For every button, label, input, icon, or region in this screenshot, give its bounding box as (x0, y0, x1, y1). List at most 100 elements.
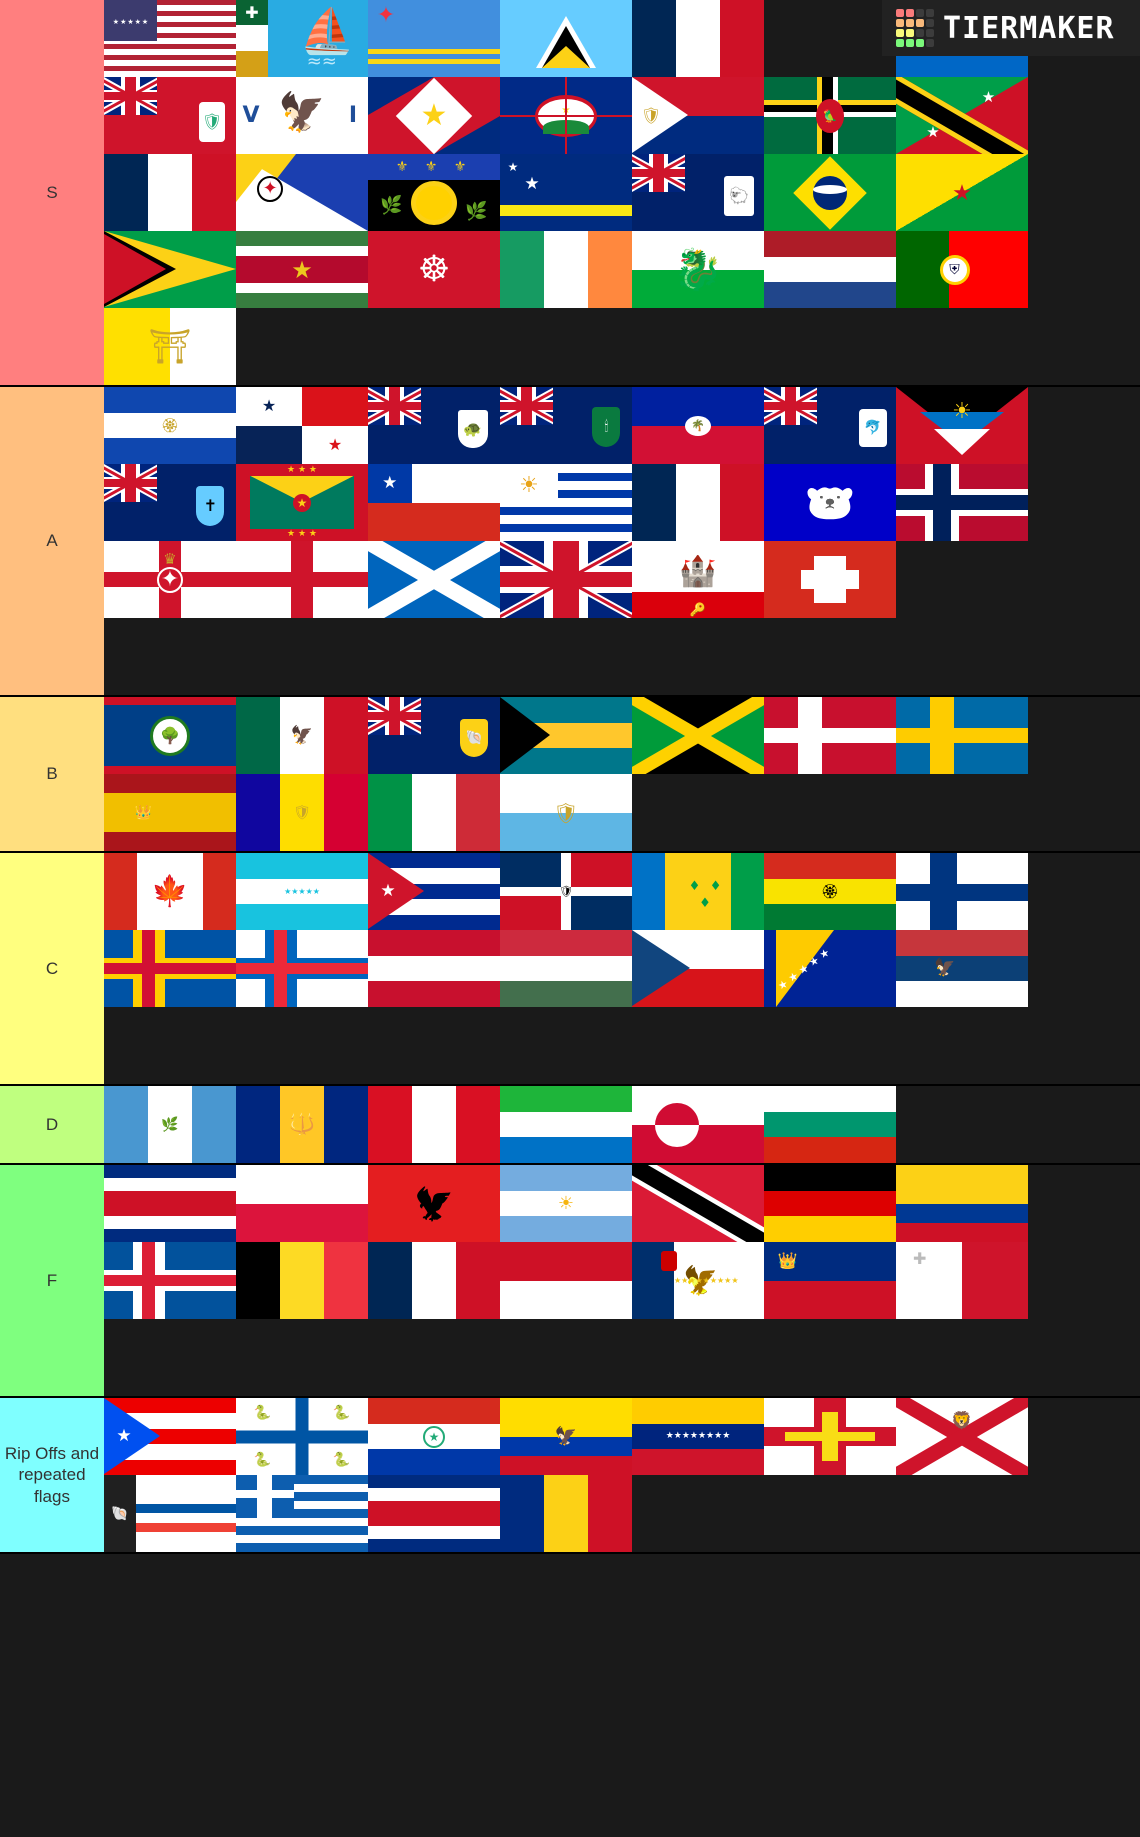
flag-united-kingdom[interactable] (500, 541, 632, 618)
flag-liechtenstein[interactable]: 👑 (764, 1242, 896, 1319)
flag-portugal[interactable]: ⛨ (896, 231, 1028, 308)
flag-faroe-islands[interactable] (236, 930, 368, 1007)
flag-sierra-leone[interactable] (500, 1086, 632, 1163)
flag-mexico[interactable]: 🦅 (236, 697, 368, 774)
flag-british-virgin-islands[interactable]: 🕯 (500, 387, 632, 464)
flag-greenland-bear[interactable]: 🐻‍❄ (764, 464, 896, 541)
flag-antigua-and-barbuda[interactable]: ☀ (896, 387, 1028, 464)
flag-wales[interactable]: 🐉 (632, 231, 764, 308)
flag-azores[interactable]: 🦅 ★★★★★★★★★ (632, 1242, 764, 1319)
flag-us-virgin-islands[interactable]: 🦅 V I (236, 77, 368, 154)
flag-anguilla[interactable]: 🐬 (764, 387, 896, 464)
flag-saint-pierre-and-miquelon[interactable]: ✚ ⛵ ≈≈ (236, 0, 368, 77)
flag-french-guiana[interactable]: ★ (896, 154, 1028, 231)
flag-falkland-islands[interactable]: 🐑 (632, 154, 764, 231)
flag-czechia[interactable] (632, 930, 764, 1007)
flag-serbia[interactable]: 🦅 (896, 930, 1028, 1007)
flag-iceland[interactable] (104, 1242, 236, 1319)
flag-spain[interactable]: 👑 (104, 774, 236, 851)
flag-uruguay[interactable]: ☀ (500, 464, 632, 541)
flag-argentina[interactable]: ☀ (500, 1165, 632, 1242)
flag-poland[interactable] (236, 1165, 368, 1242)
flag-france[interactable] (632, 0, 764, 77)
flag-saint-kitts-and-nevis[interactable]: ★ ★ (896, 77, 1028, 154)
tier-label-c[interactable]: C (0, 853, 104, 1084)
flag-greece[interactable] (236, 1475, 368, 1552)
flag-sint-maarten[interactable]: 🛡 (632, 77, 764, 154)
flag-french-vertical[interactable] (368, 1242, 500, 1319)
flag-jersey[interactable]: 🦁 (896, 1398, 1028, 1475)
tier-label-b[interactable]: B (0, 697, 104, 851)
flag-andorra[interactable]: 🛡 (236, 774, 368, 851)
flag-sweden[interactable] (896, 697, 1028, 774)
tier-label-d[interactable]: D (0, 1086, 104, 1163)
flag-france-3[interactable] (632, 464, 764, 541)
flag-suriname[interactable]: ★ (236, 231, 368, 308)
flag-france-2[interactable] (104, 154, 236, 231)
flag-panama[interactable]: ★ ★ (236, 387, 368, 464)
flag-italy[interactable] (368, 774, 500, 851)
flag-barbados[interactable]: 🔱 (236, 1086, 368, 1163)
flag-austria[interactable] (368, 930, 500, 1007)
flag-peru[interactable] (368, 1086, 500, 1163)
flag-guernsey[interactable] (764, 1398, 896, 1475)
flag-belize[interactable]: 🌳 (104, 697, 236, 774)
flag-bermuda[interactable]: 🛡 (104, 77, 236, 154)
flag-bosnia-and-herzegovina[interactable]: ★★★★★ (764, 930, 896, 1007)
flag-aruba[interactable]: ✦ (368, 0, 500, 77)
tier-label-f[interactable]: F (0, 1165, 104, 1396)
flag-albania[interactable]: 🦅 (368, 1165, 500, 1242)
flag-colombia[interactable] (896, 1165, 1028, 1242)
tier-label-a[interactable]: A (0, 387, 104, 695)
flag-puerto-rico[interactable]: ★ (104, 1398, 236, 1475)
flag-hungary[interactable] (500, 930, 632, 1007)
flag-venezuela[interactable]: ★★★★★★★★ (632, 1398, 764, 1475)
flag-guyana[interactable] (104, 231, 236, 308)
flag-cayman-islands[interactable]: 🐢 (368, 387, 500, 464)
flag-ireland[interactable] (500, 231, 632, 308)
tiermaker-logo[interactable]: TIERMAKER (882, 0, 1140, 56)
flag-belgium[interactable] (236, 1242, 368, 1319)
flag-england[interactable] (236, 541, 368, 618)
flag-san-marino[interactable]: 🛡 (500, 774, 632, 851)
flag-jamaica[interactable] (632, 697, 764, 774)
flag-trinidad-and-tobago[interactable] (632, 1165, 764, 1242)
flag-sint-eustatius[interactable]: ★ (500, 77, 632, 154)
flag-curacao[interactable]: ★ ★ (500, 154, 632, 231)
flag-germany[interactable] (764, 1165, 896, 1242)
flag-saba[interactable]: ★ (368, 77, 500, 154)
flag-isle-of-man[interactable]: ☸ (368, 231, 500, 308)
flag-cuba[interactable]: ★ (368, 853, 500, 930)
flag-denmark[interactable] (764, 697, 896, 774)
flag-costa-rica[interactable] (104, 1165, 236, 1242)
flag-dominican-republic[interactable]: 🛡 (500, 853, 632, 930)
flag-saint-lucia[interactable] (500, 0, 632, 77)
flag-bulgaria[interactable] (764, 1086, 896, 1163)
flag-honduras[interactable]: ★★★★★ (236, 853, 368, 930)
flag-switzerland[interactable] (764, 541, 896, 618)
flag-ecuador[interactable]: 🦅 (500, 1398, 632, 1475)
flag-el-salvador[interactable]: 🏵 (104, 387, 236, 464)
flag-turks-and-caicos[interactable]: 🐚 (368, 697, 500, 774)
flag-greenland[interactable] (632, 1086, 764, 1163)
flag-malta[interactable]: ✚ (896, 1242, 1028, 1319)
tier-label-rip-offs-and-repeated-flags[interactable]: Rip Offs and repeated flags (0, 1398, 104, 1552)
flag-indonesia[interactable] (500, 1242, 632, 1319)
flag-united-states[interactable]: ★★★★★ (104, 0, 236, 77)
flag-bonaire[interactable]: ✦ (236, 154, 368, 231)
flag-paraguay[interactable]: ★ (368, 1398, 500, 1475)
flag-gibraltar[interactable]: 🏰 🔑 (632, 541, 764, 618)
flag-haiti[interactable]: 🌴 (632, 387, 764, 464)
flag-saint-martin[interactable]: 🐚 (104, 1475, 236, 1552)
flag-scotland[interactable] (368, 541, 500, 618)
flag-vatican-city[interactable]: ⛩ (104, 308, 236, 385)
flag-guatemala[interactable]: 🌿 (104, 1086, 236, 1163)
flag-finland[interactable] (896, 853, 1028, 930)
tier-label-s[interactable]: S (0, 0, 104, 385)
flag-norway[interactable] (896, 464, 1028, 541)
flag-montserrat[interactable]: ✝ (104, 464, 236, 541)
flag-chile[interactable]: ★ (368, 464, 500, 541)
flag-costa-rica-2[interactable] (368, 1475, 500, 1552)
flag-romania[interactable] (500, 1475, 632, 1552)
flag-saint-barthelemy[interactable]: 🐍 🐍 🐍 🐍 (236, 1398, 368, 1475)
